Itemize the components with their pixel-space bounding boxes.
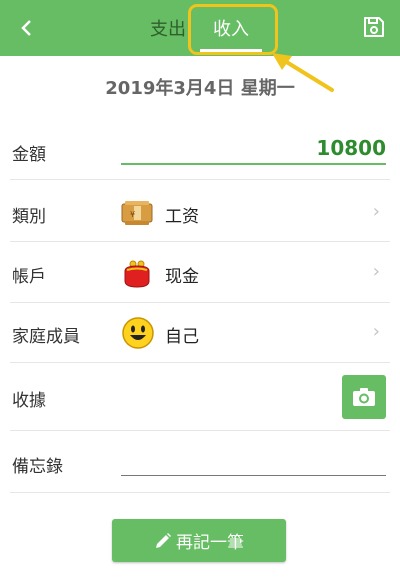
active-tab-indicator [200,49,262,52]
memo-input[interactable] [121,450,386,474]
receipt-row: 收據 [10,364,390,431]
category-row[interactable]: 類別 工资 › [10,181,390,242]
memo-label: 備忘錄 [12,457,63,477]
chevron-right-icon: › [372,261,380,282]
amount-input[interactable]: 10800 [121,136,386,160]
member-value: 自己 [165,327,199,347]
chevron-right-icon: › [372,321,380,342]
purse-icon [124,260,150,288]
camera-button[interactable] [342,375,386,419]
receipt-label: 收據 [12,391,46,411]
account-label: 帳戶 [12,267,46,287]
category-value: 工资 [165,207,199,227]
record-again-label: 再記一筆 [176,533,244,553]
tab-income[interactable]: 收入 [196,0,266,56]
money-icon: ¥ [121,201,153,225]
amount-underline [121,163,386,165]
category-label: 類別 [12,207,46,227]
smiley-icon [122,317,154,349]
member-row[interactable]: 家庭成員 自己 › [10,303,390,363]
chevron-right-icon: › [372,201,380,222]
tab-expense[interactable]: 支出 [140,0,196,56]
back-arrow-icon [21,20,31,36]
save-icon [364,17,384,37]
save-button[interactable] [355,8,393,46]
svg-text:¥: ¥ [130,210,135,219]
back-button[interactable] [8,8,44,48]
date-title[interactable]: 2019年3月4日 星期一 [0,74,400,100]
record-again-button[interactable]: 再記一筆 [112,519,286,562]
member-label: 家庭成員 [12,327,80,347]
top-bar: 支出 收入 [0,0,400,56]
memo-underline [121,475,386,476]
amount-label: 金額 [12,145,46,165]
account-value: 现金 [165,267,199,287]
account-row[interactable]: 帳戶 现金 › [10,242,390,303]
pencil-icon [156,532,171,548]
camera-icon [353,388,375,406]
